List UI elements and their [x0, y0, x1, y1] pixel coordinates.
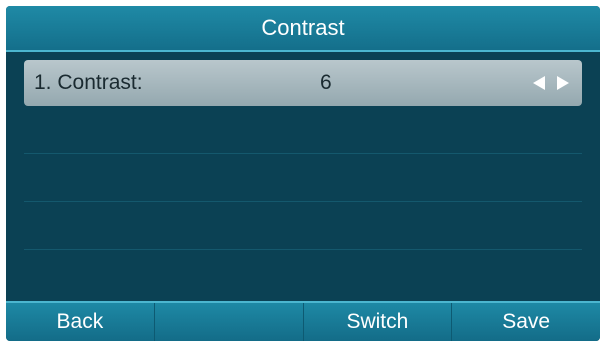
phone-screen: Contrast 1. Contrast: 6 Back Switch Save: [6, 6, 600, 341]
blank-softkey[interactable]: [155, 303, 304, 341]
settings-list: 1. Contrast: 6: [6, 56, 600, 250]
empty-row: [24, 202, 582, 250]
left-arrow-icon[interactable]: [530, 74, 548, 92]
title-bar: Contrast: [6, 6, 600, 52]
save-softkey[interactable]: Save: [452, 303, 600, 341]
softkey-bar: Back Switch Save: [6, 301, 600, 341]
switch-softkey[interactable]: Switch: [304, 303, 453, 341]
contrast-value[interactable]: 6: [320, 60, 332, 106]
contrast-setting-row[interactable]: 1. Contrast: 6: [24, 60, 582, 106]
contrast-label: 1. Contrast:: [34, 71, 143, 94]
value-switcher[interactable]: [530, 60, 572, 106]
empty-row: [24, 154, 582, 202]
empty-row: [24, 106, 582, 154]
back-softkey[interactable]: Back: [6, 303, 155, 341]
page-title: Contrast: [261, 15, 345, 40]
right-arrow-icon[interactable]: [554, 74, 572, 92]
